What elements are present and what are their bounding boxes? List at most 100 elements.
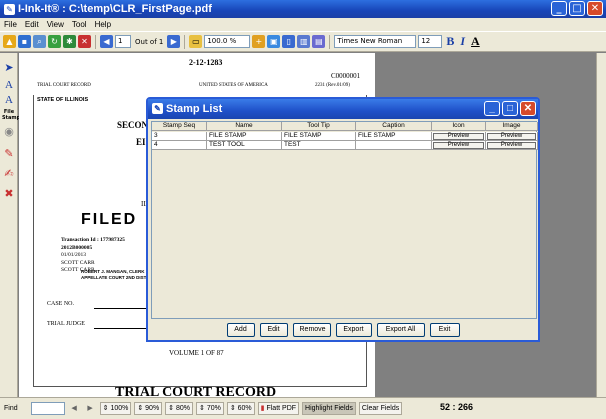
col-stamp-seq[interactable]: Stamp Seq xyxy=(152,122,207,131)
eraser-icon[interactable]: ✎ xyxy=(2,147,16,161)
col-icon[interactable]: Icon xyxy=(432,122,486,131)
status-bar: Find ◀ ▶ ⇕ 100% ⇕ 90% ⇕ 80% ⇕ 70% ⇕ 60% … xyxy=(0,397,606,419)
col-name[interactable]: Name xyxy=(207,122,282,131)
flatten-pdf-button[interactable]: ▮ Flatt PDF xyxy=(257,402,300,415)
delete-icon[interactable]: ✕ xyxy=(78,35,91,48)
fit-page-icon[interactable]: ▣ xyxy=(267,35,281,48)
menu-tool[interactable]: Tool xyxy=(68,20,91,29)
settings-icon[interactable]: ✱ xyxy=(63,35,76,48)
font-name-select[interactable]: Times New Roman xyxy=(334,35,417,48)
fit-width-icon[interactable]: ▭ xyxy=(189,35,203,48)
image-preview-button[interactable]: Preview xyxy=(487,142,536,149)
find-next-icon[interactable]: ▶ xyxy=(84,402,97,415)
zoom-90-button[interactable]: ⇕ 90% xyxy=(134,402,163,415)
menu-view[interactable]: View xyxy=(43,20,68,29)
cell-caption xyxy=(356,141,432,150)
cell-image: Preview xyxy=(486,132,538,141)
menu-edit[interactable]: Edit xyxy=(21,20,43,29)
zoom-100-button[interactable]: ⇕ 100% xyxy=(99,402,132,415)
stamp-list-dialog: ✎ Stamp List _ □ ✕ Stamp Seq Name Tool T… xyxy=(146,97,540,342)
stamp-date: 01/01/2013 xyxy=(61,252,87,258)
dialog-button-bar: Add Edit Remove Export Export All Exit xyxy=(148,323,538,339)
trial-judge-label: TRIAL JUDGE xyxy=(47,321,85,327)
case-number: 2-12-1283 xyxy=(189,58,223,67)
find-prev-icon[interactable]: ◀ xyxy=(68,402,81,415)
zoom-70-button[interactable]: ⇕ 70% xyxy=(196,402,224,415)
font-size-select[interactable]: 12 xyxy=(418,35,443,48)
stamp-name-1: SCOTT CARR xyxy=(61,260,95,266)
dialog-title: Stamp List xyxy=(166,103,223,115)
single-page-icon[interactable]: ▯ xyxy=(282,35,296,48)
window-titlebar: ✎ I-Ink-It® : C:\temp\CLR_FirstPage.pdf … xyxy=(0,0,606,18)
add-button[interactable]: Add xyxy=(226,323,255,337)
maximize-button[interactable]: □ xyxy=(569,1,585,16)
text-box-icon[interactable]: A xyxy=(2,93,16,107)
vertical-scrollbar[interactable] xyxy=(596,53,606,397)
toolbar-separator xyxy=(329,34,331,49)
highlight-fields-button[interactable]: Highlight Fields xyxy=(302,402,356,415)
close-button[interactable]: ✕ xyxy=(587,1,603,16)
cell-tooltip: TEST xyxy=(282,141,356,150)
dialog-close-button[interactable]: ✕ xyxy=(520,101,536,116)
refresh-icon[interactable]: ↻ xyxy=(48,35,61,48)
clear-fields-button[interactable]: Clear Fields xyxy=(358,402,403,415)
remove-icon[interactable]: ✖ xyxy=(2,187,16,201)
open-icon[interactable]: ▲ xyxy=(3,35,16,48)
export-button[interactable]: Export xyxy=(335,323,372,337)
zoom-60-label: 60% xyxy=(237,405,252,412)
page-count-label: Out of 1 xyxy=(135,37,164,46)
menu-bar: File Edit View Tool Help xyxy=(0,18,606,31)
text-tool-icon[interactable]: A xyxy=(2,78,16,92)
prev-page-icon[interactable]: ◀ xyxy=(100,35,113,48)
zoom-in-icon[interactable]: + xyxy=(252,35,266,48)
search-icon[interactable]: ⌕ xyxy=(33,35,46,48)
zoom-80-button[interactable]: ⇕ 80% xyxy=(165,402,193,415)
icon-preview-button[interactable]: Preview xyxy=(433,133,484,140)
next-page-icon[interactable]: ▶ xyxy=(167,35,181,48)
cell-name: TEST TOOL xyxy=(207,141,282,150)
exit-button[interactable]: Exit xyxy=(429,323,460,337)
minimize-button[interactable]: _ xyxy=(551,1,567,16)
zoom-select[interactable]: 100.0 % xyxy=(204,35,251,48)
font-color-button[interactable]: A xyxy=(469,34,482,49)
big-title: TRIAL COURT RECORD xyxy=(115,385,277,397)
col-caption[interactable]: Caption xyxy=(356,122,432,131)
toolbar-separator xyxy=(95,34,96,49)
stamp-icon[interactable]: ◉ xyxy=(2,125,16,139)
bold-button[interactable]: B xyxy=(444,34,456,49)
dialog-maximize-button[interactable]: □ xyxy=(502,101,518,116)
zoom-60-button[interactable]: ⇕ 60% xyxy=(226,402,255,415)
export-all-button[interactable]: Export All xyxy=(376,323,425,337)
italic-button[interactable]: I xyxy=(458,34,467,49)
layout-icon[interactable]: ▤ xyxy=(312,35,326,48)
find-input[interactable] xyxy=(30,402,65,415)
table-row[interactable]: 4 TEST TOOL TEST Preview Preview xyxy=(152,141,538,150)
united-states: UNITED STATES OF AMERICA xyxy=(199,83,268,88)
table-row[interactable]: 3 FILE STAMP FILE STAMP FILE STAMP Previ… xyxy=(152,132,538,141)
col-image[interactable]: Image xyxy=(486,122,538,131)
signature-icon[interactable]: ✍ xyxy=(2,167,16,181)
menu-file[interactable]: File xyxy=(0,20,21,29)
save-icon[interactable]: ▪ xyxy=(18,35,31,48)
cell-image: Preview xyxy=(486,141,538,150)
stamp-grid[interactable]: Stamp Seq Name Tool Tip Caption Icon Ima… xyxy=(151,121,538,319)
icon-preview-button[interactable]: Preview xyxy=(433,142,484,149)
clerk-line-1: ROBERT J. MANGAN, CLERK xyxy=(81,269,145,274)
cell-tooltip: FILE STAMP xyxy=(282,132,356,141)
case-no-label: CASE NO. xyxy=(47,301,75,307)
page-number-input[interactable]: 1 xyxy=(115,35,131,48)
cell-name: FILE STAMP xyxy=(207,132,282,141)
edit-button[interactable]: Edit xyxy=(259,323,288,337)
dialog-titlebar: ✎ Stamp List _ □ ✕ xyxy=(148,99,538,119)
file-stamp-tool[interactable]: File Stamp xyxy=(2,109,20,123)
image-preview-button[interactable]: Preview xyxy=(487,133,536,140)
dialog-minimize-button[interactable]: _ xyxy=(484,101,500,116)
cell-caption: FILE STAMP xyxy=(356,132,432,141)
pointer-icon[interactable]: ➤ xyxy=(2,61,16,75)
menu-help[interactable]: Help xyxy=(91,20,115,29)
transaction-id: Transaction Id : 177987325 xyxy=(61,237,125,243)
cell-icon: Preview xyxy=(432,141,486,150)
two-page-icon[interactable]: ▥ xyxy=(297,35,311,48)
col-tooltip[interactable]: Tool Tip xyxy=(282,122,356,131)
remove-button[interactable]: Remove xyxy=(292,323,331,337)
